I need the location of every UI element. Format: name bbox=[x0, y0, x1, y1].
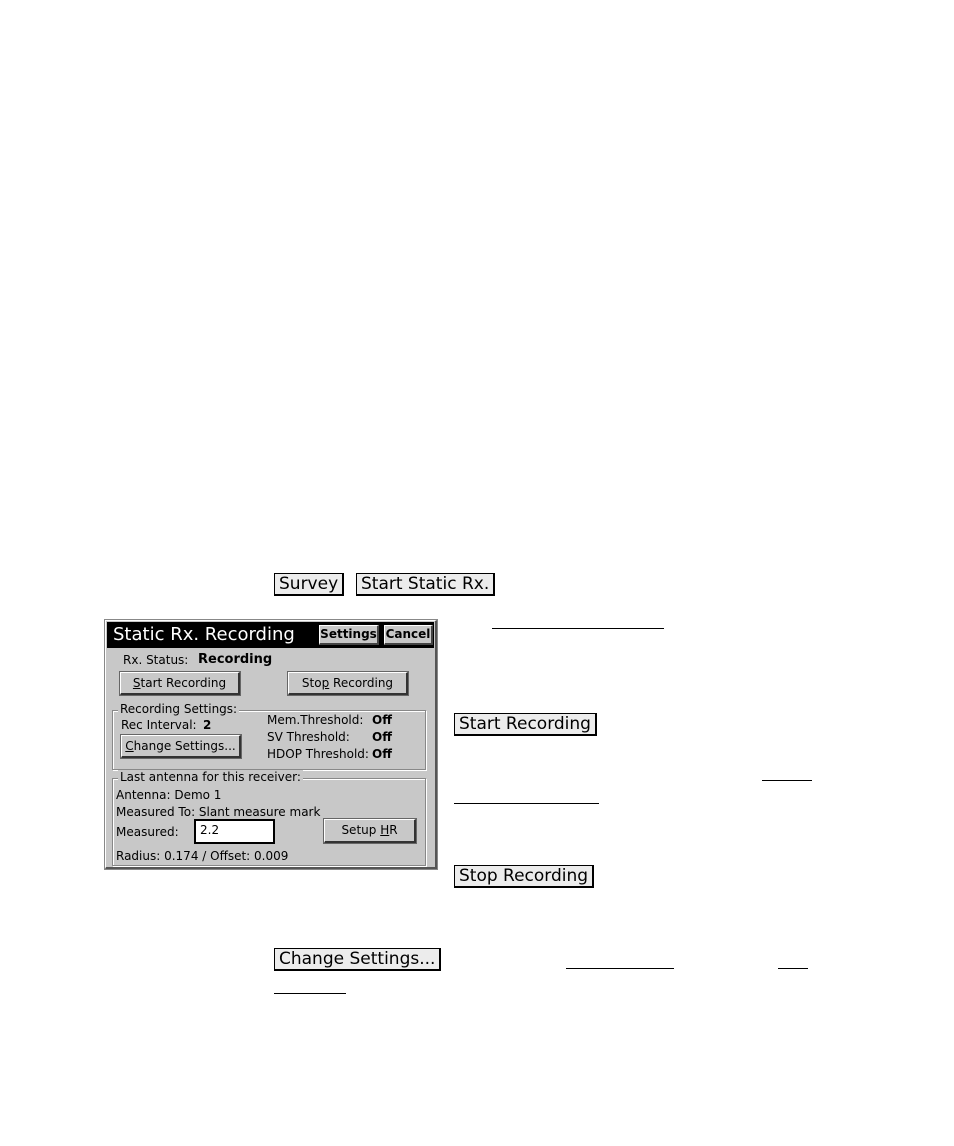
cancel-button[interactable]: Cancel bbox=[384, 625, 433, 645]
rec-interval-value: 2 bbox=[203, 718, 212, 732]
sv-threshold-label: SV Threshold: bbox=[267, 730, 350, 744]
link-underline bbox=[762, 780, 812, 781]
change-settings-button-image: Change Settings... bbox=[274, 948, 442, 971]
link-underline bbox=[566, 968, 674, 969]
rec-interval-label: Rec Interval: bbox=[121, 718, 197, 732]
link-underline bbox=[778, 968, 808, 969]
hdop-threshold-label: HDOP Threshold: bbox=[267, 747, 369, 761]
dialog-title: Static Rx. Recording bbox=[113, 624, 295, 645]
stop-recording-button[interactable]: Stop Recording bbox=[287, 671, 409, 696]
hdop-threshold-value: Off bbox=[372, 747, 392, 761]
title-bar: Static Rx. Recording Settings Cancel bbox=[107, 622, 434, 648]
measured-to-line: Measured To: Slant measure mark bbox=[116, 805, 321, 819]
radius-offset-line: Radius: 0.174 / Offset: 0.009 bbox=[116, 849, 289, 863]
start-recording-button[interactable]: Start Recording bbox=[119, 671, 241, 696]
link-underline bbox=[274, 993, 346, 994]
survey-button-image: Survey bbox=[274, 573, 345, 596]
measured-input[interactable]: 2.2 bbox=[194, 819, 275, 844]
mem-threshold-label: Mem.Threshold: bbox=[267, 713, 364, 727]
sv-threshold-value: Off bbox=[372, 730, 392, 744]
recording-settings-label: Recording Settings: bbox=[118, 702, 240, 716]
start-recording-button-image: Start Recording bbox=[454, 713, 597, 736]
stop-recording-button-image: Stop Recording bbox=[454, 865, 595, 888]
antenna-group-label: Last antenna for this receiver: bbox=[118, 770, 303, 784]
change-settings-button[interactable]: Change Settings... bbox=[120, 734, 242, 759]
recording-settings-group: Recording Settings: Rec Interval: 2 Chan… bbox=[112, 702, 426, 770]
antenna-line: Antenna: Demo 1 bbox=[116, 788, 222, 802]
antenna-group: Last antenna for this receiver: Antenna:… bbox=[112, 770, 426, 866]
rx-status-label: Rx. Status: bbox=[123, 653, 189, 667]
link-underline bbox=[454, 803, 599, 804]
start-static-rx-button-image: Start Static Rx. bbox=[356, 573, 496, 596]
static-rx-recording-dialog: Static Rx. Recording Settings Cancel Rx.… bbox=[104, 619, 438, 870]
link-underline bbox=[492, 628, 664, 629]
settings-button[interactable]: Settings bbox=[319, 625, 379, 645]
mem-threshold-value: Off bbox=[372, 713, 392, 727]
measured-label: Measured: bbox=[116, 825, 179, 839]
setup-hr-button[interactable]: Setup HR bbox=[323, 818, 417, 844]
rx-status-value: Recording bbox=[198, 652, 273, 667]
